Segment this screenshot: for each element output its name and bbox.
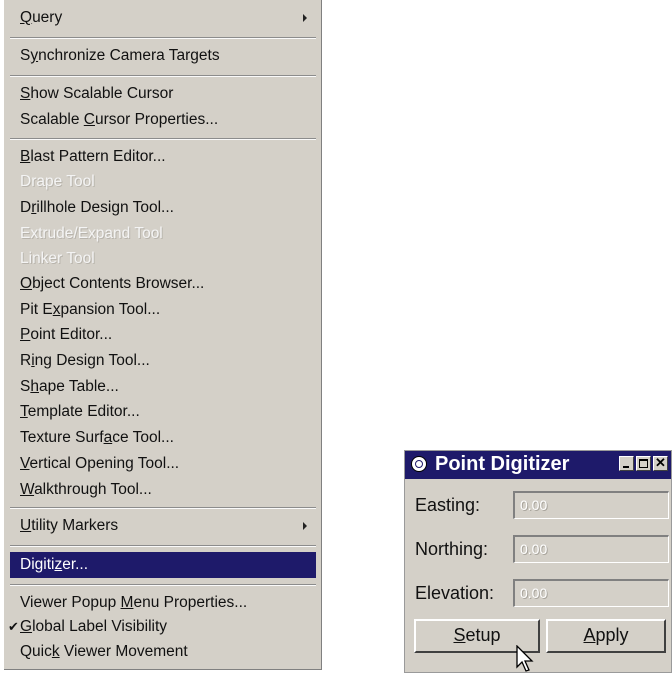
minimize-button[interactable] (619, 456, 634, 471)
menu-item-quick-viewer-movement[interactable]: Quick Viewer Movement (20, 642, 188, 662)
mnemonic: x (52, 301, 61, 318)
mnemonic: C (83, 111, 95, 128)
menu-separator (10, 584, 316, 586)
mnemonic: Q (20, 9, 33, 26)
menu-item-shape-table[interactable]: Shape Table... (20, 377, 119, 397)
menu-item-show-scalable-cursor[interactable]: Show Scalable Cursor (20, 84, 173, 104)
mnemonic: P (20, 326, 31, 343)
mnemonic: i (31, 352, 35, 369)
menu-item-object-contents-browser[interactable]: Object Contents Browser... (20, 274, 204, 294)
elevation-field[interactable]: 0.00 (513, 579, 669, 607)
menu-item-viewer-popup-menu-properties[interactable]: Viewer Popup Menu Properties... (20, 593, 247, 613)
mnemonic: G (20, 618, 33, 635)
menu-item-extrude-expand-tool: Extrude/Expand Tool (20, 225, 163, 242)
apply-button-mnemonic: A (583, 625, 596, 645)
menu-item-ring-design-tool[interactable]: Ring Design Tool... (20, 351, 150, 371)
menu-item-vertical-opening-tool[interactable]: Vertical Opening Tool... (20, 454, 179, 474)
menu-item-scalable-cursor-properties[interactable]: Scalable Cursor Properties... (20, 110, 218, 130)
setup-button-mnemonic: S (453, 625, 466, 645)
menu-separator (10, 507, 316, 509)
point-digitizer-dialog: Point Digitizer ✕ Easting: 0.00 Northing… (404, 450, 672, 673)
menu-item-drillhole-design-tool[interactable]: Drillhole Design Tool... (20, 198, 174, 218)
menu-separator (10, 545, 316, 547)
menu-item-drape-tool: Drape Tool (20, 173, 95, 190)
mnemonic: r (31, 199, 37, 216)
maximize-button[interactable] (636, 456, 651, 471)
chevron-right-icon (303, 522, 307, 530)
menu-item-point-editor[interactable]: Point Editor... (20, 325, 112, 345)
elevation-label: Elevation: (415, 583, 495, 603)
mnemonic: M (120, 594, 134, 611)
mnemonic: h (30, 378, 39, 395)
menu-item-synchronize-camera-targets[interactable]: Synchronize Camera Targets (20, 46, 220, 66)
menu-item-template-editor[interactable]: Template Editor... (20, 402, 140, 422)
menu-item-digitizer[interactable]: Digitizer... (20, 555, 88, 575)
mnemonic: B (20, 148, 31, 165)
mnemonic: z (54, 556, 63, 573)
globe-icon (411, 456, 427, 472)
menu-item-texture-surface-tool[interactable]: Texture Surface Tool... (20, 428, 174, 448)
setup-button-label: etup (465, 625, 501, 645)
mouse-pointer-icon (516, 645, 534, 672)
menu-item-query[interactable]: Query (20, 8, 62, 28)
menu-separator (10, 37, 316, 39)
mnemonic: O (20, 275, 33, 292)
menu-separator (10, 138, 316, 140)
check-icon: ✔ (8, 619, 19, 634)
menu-item-global-label-visibility[interactable]: Global Label Visibility (20, 617, 167, 637)
menu-separator (10, 75, 316, 77)
menu-item-utility-markers[interactable]: Utility Markers (20, 516, 118, 536)
menu-item-walkthrough-tool[interactable]: Walkthrough Tool... (20, 480, 152, 500)
easting-field[interactable]: 0.00 (513, 491, 669, 519)
menu-item-blast-pattern-editor[interactable]: Blast Pattern Editor... (20, 147, 166, 167)
menu-item-pit-expansion-tool[interactable]: Pit Expansion Tool... (20, 300, 160, 320)
easting-label: Easting: (415, 495, 481, 515)
northing-label: Northing: (415, 539, 489, 559)
menu-item-linker-tool: Linker Tool (20, 250, 95, 267)
chevron-right-icon (303, 14, 307, 22)
mnemonic: y (30, 47, 39, 64)
close-button[interactable]: ✕ (653, 456, 668, 471)
mnemonic: k (51, 643, 60, 660)
northing-field[interactable]: 0.00 (513, 535, 669, 563)
apply-button[interactable]: Apply (546, 619, 666, 653)
dialog-title: Point Digitizer (435, 453, 570, 475)
mnemonic: a (103, 429, 113, 446)
mnemonic: W (20, 481, 35, 498)
mnemonic: S (20, 85, 31, 102)
mnemonic: V (20, 455, 30, 472)
title-bar[interactable]: Point Digitizer ✕ (405, 451, 671, 479)
mnemonic: T (20, 403, 28, 420)
mnemonic: U (20, 517, 32, 534)
context-menu: Query Synchronize Camera Targets Show Sc… (4, 0, 322, 670)
apply-button-label: pply (595, 625, 629, 645)
